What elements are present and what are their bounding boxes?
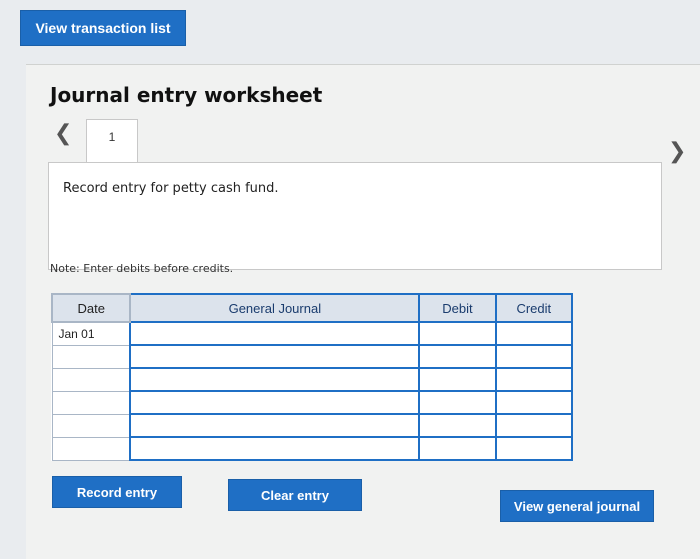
debit-input[interactable]	[418, 436, 497, 461]
worksheet-title: Journal entry worksheet	[50, 83, 323, 107]
prompt-box: Record entry for petty cash fund.	[48, 162, 662, 270]
table-row	[51, 436, 574, 461]
credit-input[interactable]	[494, 344, 574, 369]
table-row	[51, 367, 574, 392]
chevron-left-icon[interactable]: ❮	[54, 121, 72, 146]
note-text: Note: Enter debits before credits.	[50, 262, 234, 275]
debit-input[interactable]	[418, 321, 497, 346]
debit-header: Debit	[418, 293, 497, 323]
date-cell: Jan 01	[51, 321, 131, 346]
date-header: Date	[50, 293, 132, 323]
credit-header: Credit	[494, 293, 574, 323]
table-row: Jan 01	[51, 321, 574, 346]
account-input[interactable]	[129, 344, 421, 369]
journal-table: Date General Journal Debit Credit Jan 01	[50, 293, 574, 461]
debit-input[interactable]	[418, 390, 497, 415]
table-header-row: Date General Journal Debit Credit	[50, 293, 574, 323]
prompt-text: Record entry for petty cash fund.	[63, 181, 279, 196]
debit-input[interactable]	[418, 367, 497, 392]
date-cell	[51, 413, 131, 438]
table-row	[51, 344, 574, 369]
credit-input[interactable]	[494, 321, 574, 346]
view-transaction-list-button[interactable]: View transaction list	[20, 10, 186, 46]
clear-entry-button[interactable]: Clear entry	[228, 479, 362, 511]
date-cell	[51, 390, 131, 415]
table-row	[51, 413, 574, 438]
account-input[interactable]	[129, 367, 421, 392]
account-input[interactable]	[129, 413, 421, 438]
credit-input[interactable]	[494, 367, 574, 392]
credit-input[interactable]	[494, 436, 574, 461]
credit-input[interactable]	[494, 413, 574, 438]
debit-input[interactable]	[418, 344, 497, 369]
account-input[interactable]	[129, 436, 421, 461]
credit-input[interactable]	[494, 390, 574, 415]
date-cell	[51, 344, 131, 369]
table-row	[51, 390, 574, 415]
debit-input[interactable]	[418, 413, 497, 438]
date-cell	[51, 436, 131, 461]
account-input[interactable]	[129, 390, 421, 415]
journal-entry-worksheet: Journal entry worksheet ❮ 1 ❯ Record ent…	[26, 64, 700, 559]
record-entry-button[interactable]: Record entry	[52, 476, 182, 508]
chevron-right-icon[interactable]: ❯	[668, 139, 686, 164]
general-journal-header: General Journal	[129, 293, 421, 323]
account-input[interactable]	[129, 321, 421, 346]
tab-1[interactable]: 1	[86, 119, 138, 163]
date-cell	[51, 367, 131, 392]
view-general-journal-button[interactable]: View general journal	[500, 490, 654, 522]
